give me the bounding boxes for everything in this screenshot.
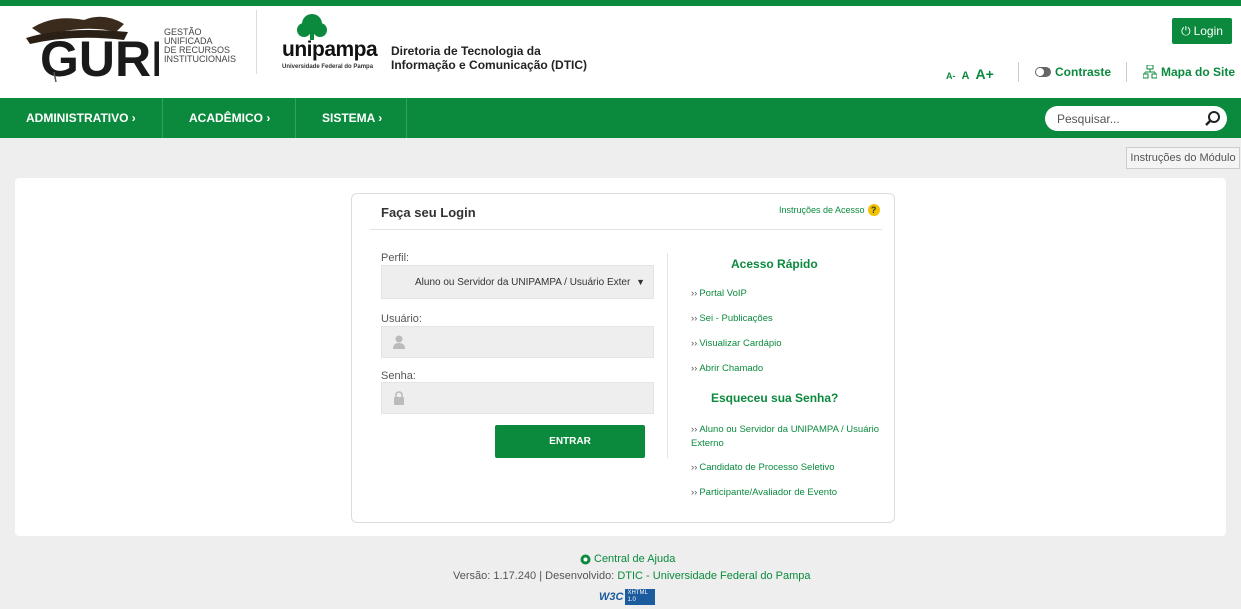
usuario-field[interactable] <box>381 326 654 358</box>
quick-link-chamado[interactable]: ›› Abrir Chamado <box>691 362 763 376</box>
header-divider <box>256 10 257 74</box>
guri-logo[interactable]: GURI <box>24 10 159 82</box>
header-separator <box>1126 62 1127 82</box>
font-decrease-button[interactable]: A- <box>946 71 956 81</box>
forgot-link-participante[interactable]: ›› Participante/Avaliador de Evento <box>691 486 837 500</box>
unipampa-subtitle: Universidade Federal do Pampa <box>282 64 374 70</box>
login-title: Faça seu Login <box>381 205 476 220</box>
version-info: Versão: 1.17.240 | Desenvolvido: DTIC - … <box>453 570 811 582</box>
access-instructions-link[interactable]: Instruções de Acesso ? <box>779 204 880 216</box>
nav-item-academico[interactable]: ACADÊMICO › <box>163 98 296 138</box>
user-icon <box>393 335 405 349</box>
dtic-title: Diretoria de Tecnologia da Informação e … <box>391 44 588 72</box>
nav-item-sistema[interactable]: SISTEMA › <box>296 98 407 138</box>
font-increase-button[interactable]: A+ <box>975 66 993 82</box>
quick-link-sei[interactable]: ›› Sei - Publicações <box>691 312 773 326</box>
contrast-toggle[interactable]: Contraste <box>1035 65 1111 79</box>
font-normal-button[interactable]: A <box>962 70 970 82</box>
forgot-link-candidato[interactable]: ›› Candidato de Processo Seletivo <box>691 461 835 475</box>
nav-item-administrativo[interactable]: ADMINISTRATIVO › <box>0 98 163 138</box>
quick-link-portal-voip[interactable]: ›› Portal VoIP <box>691 287 747 301</box>
chevron-icon: ›› <box>691 288 698 299</box>
font-size-controls: A- A A+ <box>946 66 994 82</box>
chevron-icon: ›› <box>691 313 698 324</box>
forgot-password-title: Esqueceu sua Senha? <box>711 391 839 405</box>
w3c-xhtml-badge[interactable]: W3C XHTML 1.0 <box>599 587 655 607</box>
module-instructions-button[interactable]: Instruções do Módulo <box>1126 147 1240 169</box>
lock-icon <box>394 391 404 405</box>
chevron-icon: ›› <box>691 487 698 498</box>
search-icon[interactable] <box>1205 110 1221 126</box>
forgot-link-aluno[interactable]: ›› Aluno ou Servidor da UNIPAMPA / Usuári… <box>691 423 881 451</box>
developer-link[interactable]: DTIC - Universidade Federal do Pampa <box>617 570 810 582</box>
column-divider <box>667 253 668 458</box>
guri-wordmark: GURI <box>40 31 159 82</box>
quick-link-cardapio[interactable]: ›› Visualizar Cardápio <box>691 337 782 351</box>
site-map-link[interactable]: Mapa do Site <box>1143 65 1235 79</box>
chevron-icon: ›› <box>691 424 698 435</box>
entrar-button[interactable]: ENTRAR <box>495 425 645 458</box>
power-icon: ⏻ <box>1181 23 1191 38</box>
search-input[interactable]: Pesquisar... <box>1045 106 1227 131</box>
card-divider <box>370 229 882 230</box>
help-icon: ? <box>867 204 880 216</box>
usuario-label: Usuário: <box>381 313 422 325</box>
chevron-icon: ›› <box>691 363 698 374</box>
perfil-label: Perfil: <box>381 252 410 264</box>
chevron-icon: ›› <box>691 338 698 349</box>
contrast-icon <box>1035 67 1051 77</box>
senha-field[interactable] <box>381 382 654 414</box>
chevron-icon: ›› <box>691 462 698 473</box>
login-button[interactable]: ⏻ Login <box>1172 18 1232 44</box>
guri-subtitle: GESTÃO UNIFICADA DE RECURSOS INSTITUCION… <box>164 27 237 64</box>
help-center-link[interactable]: Central de Ajuda <box>580 553 675 565</box>
quick-access-title: Acesso Rápido <box>731 257 818 271</box>
caret-down-icon: ▼ <box>636 277 645 287</box>
header-separator <box>1018 62 1019 82</box>
help-circle-icon <box>580 554 591 564</box>
senha-label: Senha: <box>381 370 416 382</box>
unipampa-wordmark: unipampa <box>282 38 378 61</box>
perfil-select[interactable]: Aluno ou Servidor da UNIPAMPA / Usuário … <box>381 265 654 299</box>
sitemap-icon <box>1143 65 1157 79</box>
